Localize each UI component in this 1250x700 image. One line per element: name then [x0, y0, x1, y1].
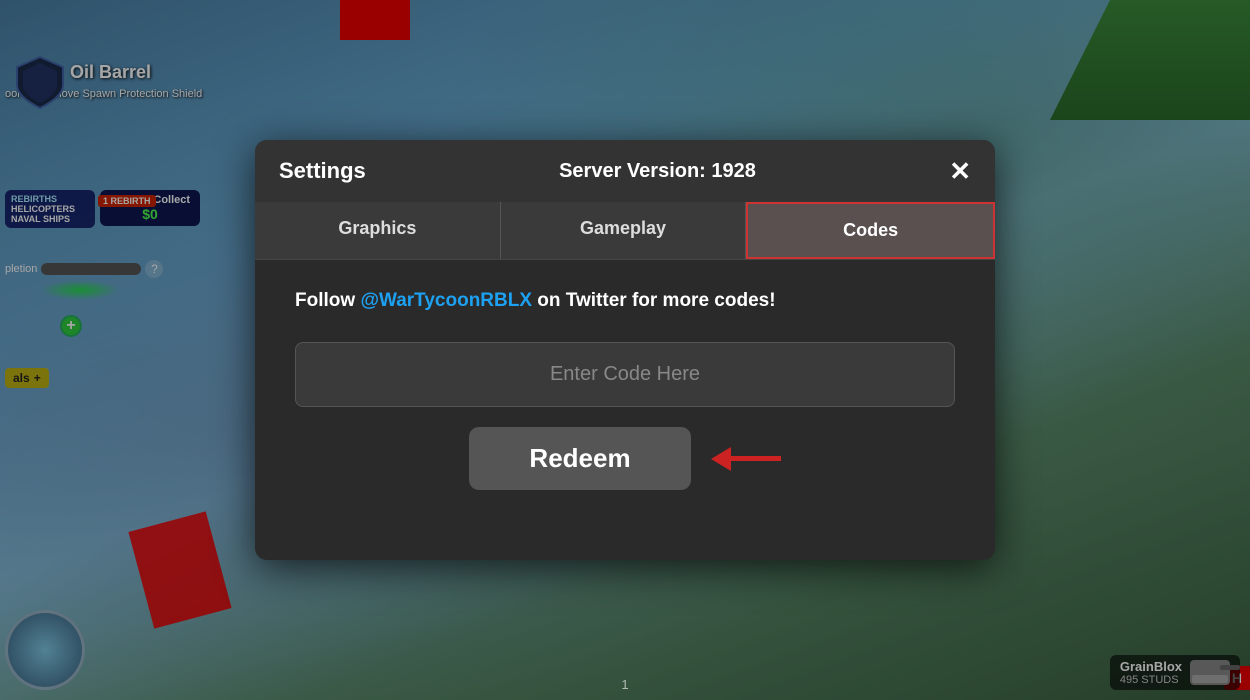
tab-codes[interactable]: Codes [746, 202, 995, 259]
tab-graphics[interactable]: Graphics [255, 202, 501, 259]
arrow-head-icon [711, 447, 731, 471]
arrow-shaft [731, 456, 781, 461]
modal-header: Settings Server Version: 1928 ✕ [255, 140, 995, 202]
redeem-row: Redeem [295, 427, 955, 490]
redeem-button[interactable]: Redeem [469, 427, 690, 490]
code-input[interactable] [296, 343, 954, 406]
modal-overlay: Settings Server Version: 1928 ✕ Graphics… [0, 0, 1250, 700]
settings-modal: Settings Server Version: 1928 ✕ Graphics… [255, 140, 995, 560]
tabs-container: Graphics Gameplay Codes [255, 202, 995, 260]
twitter-text-after: on Twitter for more codes! [532, 290, 776, 311]
modal-title: Settings [279, 158, 366, 184]
twitter-follow-text: Follow @WarTycoonRBLX on Twitter for mor… [295, 290, 955, 312]
twitter-handle[interactable]: @WarTycoonRBLX [360, 290, 532, 311]
page-indicator: 1 [621, 677, 628, 692]
tab-gameplay[interactable]: Gameplay [501, 202, 747, 259]
server-version-label: Server Version: 1928 [559, 160, 756, 183]
code-input-wrapper [295, 342, 955, 407]
modal-body: Follow @WarTycoonRBLX on Twitter for mor… [255, 260, 995, 530]
close-button[interactable]: ✕ [949, 158, 971, 184]
twitter-text-before: Follow [295, 290, 360, 311]
arrow-indicator [711, 447, 781, 471]
